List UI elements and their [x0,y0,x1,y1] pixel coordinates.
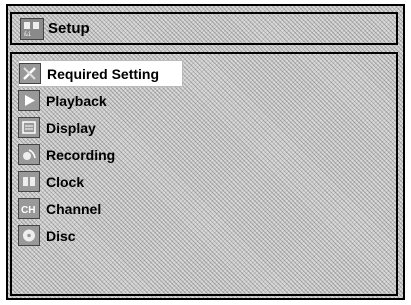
channel-icon: CH [18,198,40,219]
setup-menu-panel: Required Setting Playback Display Record… [10,52,398,296]
disc-icon [18,225,40,246]
display-icon [18,117,40,138]
menu-item-label: Playback [46,92,107,109]
menu-item-label: Display [46,119,96,136]
menu-item-label: Required Setting [47,65,160,82]
menu-item-clock[interactable]: Clock [18,168,390,195]
menu-item-display[interactable]: Display [18,114,390,141]
svg-text:&i: &i [24,31,32,38]
play-icon [18,90,40,111]
setup-header: &i Setup [10,12,398,45]
setup-icon: &i [20,17,44,40]
menu-item-label: Channel [46,200,102,217]
svg-text:CH: CH [21,205,35,216]
menu-item-label: Recording [46,146,116,163]
menu-item-channel[interactable]: CH Channel [18,195,390,222]
record-icon [18,144,40,165]
clock-icon [18,171,40,192]
menu-item-playback[interactable]: Playback [18,87,390,114]
menu-item-label: Disc [46,227,76,244]
menu-item-disc[interactable]: Disc [18,222,390,249]
menu-item-required-setting[interactable]: Required Setting [18,60,183,87]
menu-item-recording[interactable]: Recording [18,141,390,168]
menu-item-label: Clock [46,173,85,190]
page-title: Setup [48,20,90,37]
setup-menu: Required Setting Playback Display Record… [18,60,390,249]
wrench-screwdriver-icon [19,63,41,84]
